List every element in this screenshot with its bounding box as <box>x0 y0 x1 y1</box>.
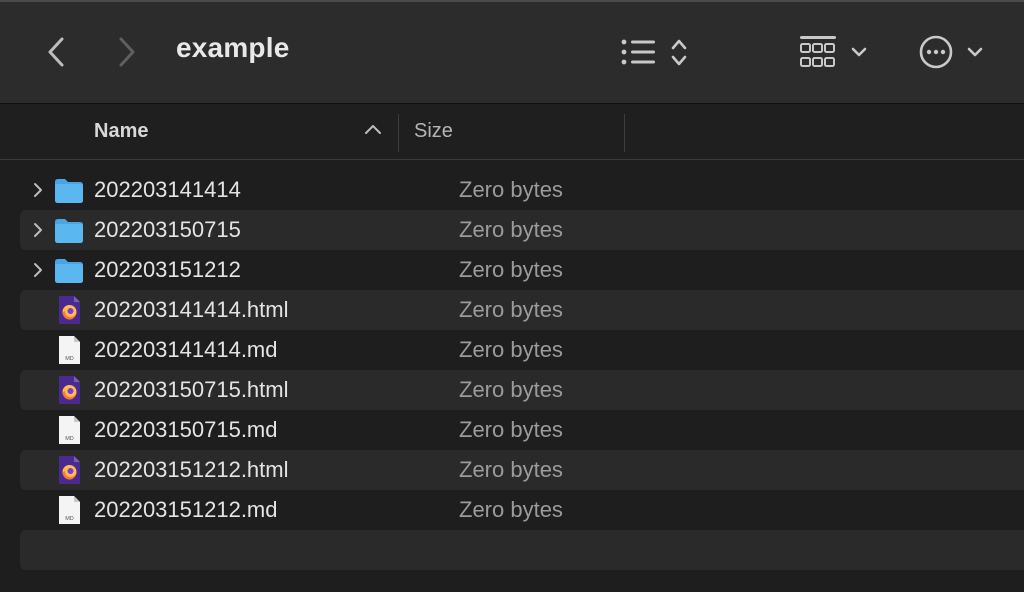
file-name: 202203151212.md <box>94 497 278 522</box>
svg-text:MD: MD <box>65 436 74 442</box>
column-size-header[interactable]: Size <box>414 120 453 143</box>
list-item[interactable]: 202203150715 Zero bytes <box>20 210 1024 250</box>
file-name: 202203150715.md <box>94 417 278 442</box>
disclosure-triangle-icon[interactable] <box>30 261 46 279</box>
firefox-html-document-icon <box>54 455 84 485</box>
list-item[interactable]: 202203150715.html Zero bytes <box>20 370 1024 410</box>
disclosure-triangle-icon[interactable] <box>30 221 46 239</box>
column-divider[interactable] <box>398 114 399 152</box>
column-divider[interactable] <box>624 114 625 152</box>
firefox-html-document-icon <box>54 375 84 405</box>
svg-text:MD: MD <box>65 356 74 362</box>
list-item[interactable]: MD 202203150715.md Zero bytes <box>20 410 1024 450</box>
disclosure-triangle-icon[interactable] <box>30 181 46 199</box>
list-view-icon <box>621 39 687 66</box>
list-item[interactable]: 202203151212.html Zero bytes <box>20 450 1024 490</box>
list-item[interactable]: 202203141414 Zero bytes <box>20 170 1024 210</box>
file-size: Zero bytes <box>459 337 563 362</box>
file-size: Zero bytes <box>459 217 563 242</box>
column-header: Name Size <box>0 104 1024 160</box>
view-options-button[interactable] <box>620 36 692 70</box>
group-button[interactable] <box>798 34 870 70</box>
file-size: Zero bytes <box>459 457 563 482</box>
file-name: 202203141414.md <box>94 337 278 362</box>
ellipsis-circle-icon <box>919 35 983 69</box>
file-name: 202203150715.html <box>94 377 289 402</box>
markdown-document-icon: MD <box>54 495 84 525</box>
file-size: Zero bytes <box>459 417 563 442</box>
file-name: 202203141414.html <box>94 297 289 322</box>
chevron-right-icon <box>119 37 135 67</box>
svg-text:MD: MD <box>65 516 74 522</box>
window-title: example <box>176 32 290 63</box>
file-size: Zero bytes <box>459 377 563 402</box>
folder-icon <box>54 175 84 205</box>
more-actions-button[interactable] <box>918 34 988 70</box>
file-name: 202203151212.html <box>94 457 289 482</box>
markdown-document-icon: MD <box>54 335 84 365</box>
file-size: Zero bytes <box>459 177 563 202</box>
markdown-document-icon: MD <box>54 415 84 445</box>
chevron-left-icon <box>48 37 64 67</box>
file-size: Zero bytes <box>459 257 563 282</box>
file-name: 202203150715 <box>94 217 241 242</box>
back-button[interactable] <box>42 34 70 70</box>
folder-icon <box>54 255 84 285</box>
file-size: Zero bytes <box>459 297 563 322</box>
list-item[interactable]: 202203141414.html Zero bytes <box>20 290 1024 330</box>
sort-ascending-icon[interactable] <box>364 122 382 136</box>
grid-group-icon <box>800 36 867 67</box>
file-name: 202203141414 <box>94 177 241 202</box>
list-item[interactable]: MD 202203151212.md Zero bytes <box>20 490 1024 530</box>
toolbar: example <box>0 0 1024 104</box>
folder-icon <box>54 215 84 245</box>
file-list: 202203141414 Zero bytes 202203150715 Zero b… <box>20 170 1024 570</box>
column-name-header[interactable]: Name <box>94 120 148 143</box>
file-size: Zero bytes <box>459 497 563 522</box>
list-item[interactable]: MD 202203141414.md Zero bytes <box>20 330 1024 370</box>
forward-button[interactable] <box>113 34 141 70</box>
empty-row <box>20 530 1024 570</box>
firefox-html-document-icon <box>54 295 84 325</box>
file-name: 202203151212 <box>94 257 241 282</box>
list-item[interactable]: 202203151212 Zero bytes <box>20 250 1024 290</box>
